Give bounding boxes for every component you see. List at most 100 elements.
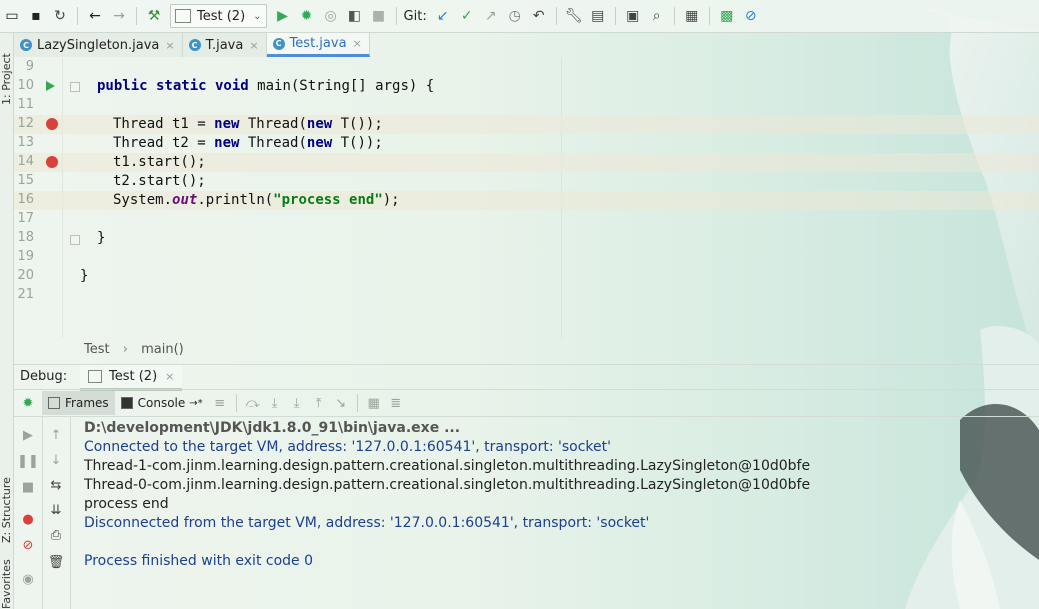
code-line: 11 [14, 96, 1039, 115]
step-over-icon[interactable]: ⤓ [264, 392, 286, 414]
java-class-icon: C [20, 39, 32, 51]
print-icon[interactable]: ⎙ [47, 526, 65, 544]
project-tool-button[interactable]: 1: Project [0, 53, 13, 105]
line-number: 18 [17, 230, 34, 245]
step-into-icon[interactable]: ⤓ [286, 392, 308, 414]
run-icon[interactable]: ▶ [272, 5, 294, 27]
close-icon[interactable]: × [165, 370, 174, 383]
soft-wrap-icon[interactable]: ⇆ [47, 476, 65, 494]
main-toolbar: ▭ ▪ ↻ ← → ⚒ Test (2) ⌄ ▶ ✹ ◎ ◧ ■ Git: ↙ … [0, 0, 1039, 33]
close-icon[interactable]: × [165, 39, 174, 52]
breadcrumb-method[interactable]: main() [141, 342, 184, 357]
code-line: 13 Thread t2 = new Thread(new T()); [14, 134, 1039, 153]
run-gutter-icon[interactable] [46, 81, 55, 91]
git-commit-icon[interactable]: ✓ [456, 5, 478, 27]
structure-tool-button[interactable]: Z: Structure [0, 477, 13, 543]
history-icon[interactable]: ◷ [504, 5, 526, 27]
fold-marker-icon[interactable] [70, 82, 80, 92]
revert-icon[interactable]: ↶ [528, 5, 550, 27]
line-number: 9 [25, 59, 34, 74]
debug-label: Debug: [20, 369, 68, 384]
camera-icon[interactable]: ◉ [19, 570, 37, 588]
code-editor[interactable]: 9 10 public static void main(String[] ar… [14, 58, 1039, 338]
breakpoint-icon[interactable] [46, 118, 58, 130]
tab-label: LazySingleton.java [37, 37, 160, 53]
console-line: process end [84, 496, 169, 512]
console-line: D:\development\JDK\jdk1.8.0_91\bin\java.… [84, 420, 461, 436]
debug-icon[interactable]: ✹ [296, 5, 318, 27]
tab-test[interactable]: C Test.java × [266, 33, 370, 57]
run-to-cursor-icon[interactable]: ↘ [330, 392, 352, 414]
tab-frames[interactable]: Frames [42, 391, 115, 415]
trash-icon[interactable]: 🗑︎ [47, 553, 65, 571]
coverage-icon[interactable]: ◎ [320, 5, 342, 27]
run-configuration-select[interactable]: Test (2) ⌄ [170, 4, 267, 28]
toolbar-separator [708, 7, 710, 25]
breadcrumb: Test › main() [84, 342, 184, 357]
scroll-to-end-icon[interactable]: ⇊ [47, 501, 65, 519]
fold-marker-icon[interactable] [70, 235, 80, 245]
code-text: } [80, 268, 89, 284]
show-execution-point-icon[interactable]: ⤼ [242, 392, 264, 414]
code-line: 16 System.out.println("process end"); [14, 191, 1039, 210]
line-number: 19 [17, 249, 34, 264]
mute-breakpoints-icon[interactable]: ⊘ [19, 536, 37, 554]
settings-wrench-icon[interactable]: 🔧︎ [563, 5, 585, 27]
console-output[interactable]: D:\development\JDK\jdk1.8.0_91\bin\java.… [84, 420, 810, 572]
open-folder-icon[interactable]: ▭ [1, 5, 23, 27]
tab-t[interactable]: C T.java × [182, 33, 267, 57]
line-number: 17 [17, 211, 34, 226]
code-text: public static void main(String[] args) { [97, 78, 435, 94]
pause-icon[interactable]: ❚❚ [17, 452, 39, 470]
scroll-up-icon[interactable]: ↑ [47, 426, 65, 444]
favorites-tool-button[interactable]: Favorites [0, 559, 13, 609]
git-update-icon[interactable]: ↙ [432, 5, 454, 27]
debug-bug-icon[interactable]: ✹ [14, 392, 42, 414]
stop-icon[interactable]: ■ [19, 478, 37, 496]
debug-session-tab[interactable]: Test (2) × [80, 365, 183, 391]
frames-label: Frames [65, 396, 109, 410]
git-push-icon[interactable]: ↗ [480, 5, 502, 27]
close-icon[interactable]: × [249, 39, 258, 52]
power-save-icon[interactable]: ⊘ [740, 5, 762, 27]
view-breakpoints-icon[interactable]: ● [19, 510, 37, 528]
breakpoint-icon[interactable] [46, 156, 58, 168]
project-structure-icon[interactable]: ▤ [587, 5, 609, 27]
code-text: Thread t2 = new Thread(new T()); [113, 135, 383, 151]
scroll-down-icon[interactable]: ↓ [47, 451, 65, 469]
step-out-icon[interactable]: ⤒ [308, 392, 330, 414]
tab-console[interactable]: Console →* [115, 391, 209, 415]
trace-icon[interactable]: ≣ [385, 392, 407, 414]
profile-icon[interactable]: ◧ [344, 5, 366, 27]
breadcrumb-class[interactable]: Test [84, 342, 110, 357]
build-hammer-icon[interactable]: ⚒ [143, 5, 165, 27]
terminal-icon[interactable]: ▣ [622, 5, 644, 27]
sync-icon[interactable]: ↻ [49, 5, 71, 27]
toolbar-separator [555, 7, 557, 25]
save-icon[interactable]: ▪ [25, 5, 47, 27]
code-line: 18 } [14, 229, 1039, 248]
back-icon[interactable]: ← [84, 5, 106, 27]
console-line: Disconnected from the target VM, address… [84, 515, 650, 531]
menu-lines-icon[interactable]: ≡ [209, 392, 231, 414]
tab-label: Test.java [289, 36, 347, 51]
run-config-label: Test (2) [197, 8, 246, 24]
forward-icon[interactable]: → [108, 5, 130, 27]
console-line: Thread-0-com.jinm.learning.design.patter… [84, 477, 811, 493]
tab-lazysingleton[interactable]: C LazySingleton.java × [14, 33, 183, 57]
evaluate-expression-icon[interactable]: ▦ [363, 392, 385, 414]
services-icon[interactable]: ▦ [681, 5, 703, 27]
console-icon [120, 397, 133, 409]
tab-label: T.java [205, 37, 244, 53]
toolbar-separator [77, 7, 78, 25]
activity-monitor-icon[interactable]: ▩ [716, 5, 738, 27]
resume-icon[interactable]: ▶ [19, 426, 37, 444]
code-text: t1.start(); [113, 154, 206, 170]
run-config-icon [175, 9, 191, 23]
code-line: 9 [14, 58, 1039, 77]
stop-icon[interactable]: ■ [368, 5, 390, 27]
toolbar-separator [136, 7, 137, 25]
search-icon[interactable]: ⌕ [646, 5, 668, 27]
chevron-down-icon: ⌄ [253, 10, 262, 22]
close-icon[interactable]: × [353, 37, 362, 50]
